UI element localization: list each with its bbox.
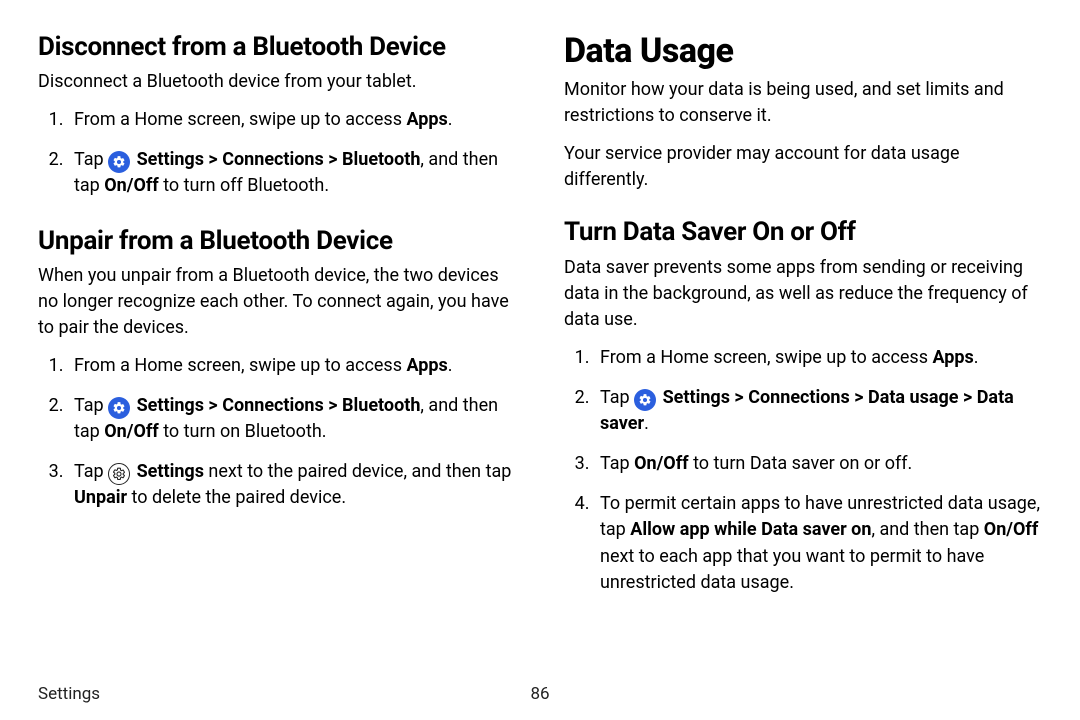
step: Tap Settings > Connections > Bluetooth, …	[68, 393, 516, 445]
text: .	[644, 413, 649, 434]
bold-onoff: On/Off	[104, 421, 158, 442]
text: Tap	[74, 149, 108, 170]
intro-data-saver: Data saver prevents some apps from sendi…	[564, 255, 1042, 333]
text: Tap	[600, 387, 634, 408]
bold-path: Settings > Connections > Bluetooth	[137, 149, 421, 170]
steps-data-saver: From a Home screen, swipe up to access A…	[570, 345, 1042, 596]
bold-onoff: On/Off	[104, 175, 158, 196]
bold-apps: Apps	[406, 355, 447, 376]
step: To permit certain apps to have unrestric…	[594, 491, 1042, 595]
intro-data-usage-2: Your service provider may account for da…	[564, 141, 1042, 193]
text: to turn on Bluetooth.	[159, 421, 327, 442]
step: Tap Settings next to the paired device, …	[68, 459, 516, 511]
step: Tap On/Off to turn Data saver on or off.	[594, 451, 1042, 477]
footer-page-number: 86	[530, 684, 549, 704]
heading-data-saver: Turn Data Saver On or Off	[564, 217, 1042, 248]
title-data-usage: Data Usage	[564, 32, 1042, 71]
bold-settings: Settings	[137, 461, 204, 482]
text: next to the paired device, and then tap	[204, 461, 511, 482]
step: Tap Settings > Connections > Data usage …	[594, 385, 1042, 437]
steps-unpair: From a Home screen, swipe up to access A…	[44, 353, 516, 511]
text: next to each app that you want to permit…	[600, 546, 984, 593]
section-disconnect-bluetooth: Disconnect from a Bluetooth Device Disco…	[38, 32, 516, 200]
step: From a Home screen, swipe up to access A…	[68, 353, 516, 379]
heading-disconnect: Disconnect from a Bluetooth Device	[38, 32, 516, 63]
bold-path: Settings > Connections > Bluetooth	[137, 395, 421, 416]
footer-section-label: Settings	[38, 684, 100, 704]
section-data-saver: Turn Data Saver On or Off Data saver pre…	[564, 217, 1042, 595]
section-unpair-bluetooth: Unpair from a Bluetooth Device When you …	[38, 226, 516, 512]
step: From a Home screen, swipe up to access A…	[68, 107, 516, 133]
text: to delete the paired device.	[127, 487, 346, 508]
settings-gear-outline-icon	[108, 463, 130, 485]
text: Tap	[600, 453, 634, 474]
text: From a Home screen, swipe up to access	[600, 347, 932, 368]
left-column: Disconnect from a Bluetooth Device Disco…	[38, 32, 516, 622]
page-footer: Settings 86	[38, 684, 1042, 704]
intro-unpair: When you unpair from a Bluetooth device,…	[38, 263, 516, 341]
bold-apps: Apps	[932, 347, 973, 368]
settings-gear-icon	[108, 397, 130, 419]
bold-apps: Apps	[406, 109, 447, 130]
intro-data-usage-1: Monitor how your data is being used, and…	[564, 77, 1042, 129]
settings-gear-icon	[108, 151, 130, 173]
bold-onoff: On/Off	[984, 519, 1038, 540]
bold-allow-app: Allow app while Data saver on	[630, 519, 871, 540]
step: From a Home screen, swipe up to access A…	[594, 345, 1042, 371]
settings-gear-icon	[634, 389, 656, 411]
right-column: Data Usage Monitor how your data is bein…	[564, 32, 1042, 622]
steps-disconnect: From a Home screen, swipe up to access A…	[44, 107, 516, 199]
bold-path: Settings > Connections > Data usage > Da…	[600, 387, 1014, 434]
intro-disconnect: Disconnect a Bluetooth device from your …	[38, 69, 516, 95]
bold-unpair: Unpair	[74, 487, 127, 508]
step: Tap Settings > Connections > Bluetooth, …	[68, 147, 516, 199]
text: to turn Data saver on or off.	[689, 453, 913, 474]
bold-onoff: On/Off	[634, 453, 688, 474]
text: From a Home screen, swipe up to access	[74, 355, 406, 376]
page-columns: Disconnect from a Bluetooth Device Disco…	[38, 32, 1042, 622]
text: Tap	[74, 461, 108, 482]
text: From a Home screen, swipe up to access	[74, 109, 406, 130]
text: .	[448, 355, 453, 376]
text: .	[448, 109, 453, 130]
text: to turn off Bluetooth.	[159, 175, 329, 196]
text: , and then tap	[871, 519, 983, 540]
heading-unpair: Unpair from a Bluetooth Device	[38, 226, 516, 257]
text: .	[974, 347, 979, 368]
text: Tap	[74, 395, 108, 416]
